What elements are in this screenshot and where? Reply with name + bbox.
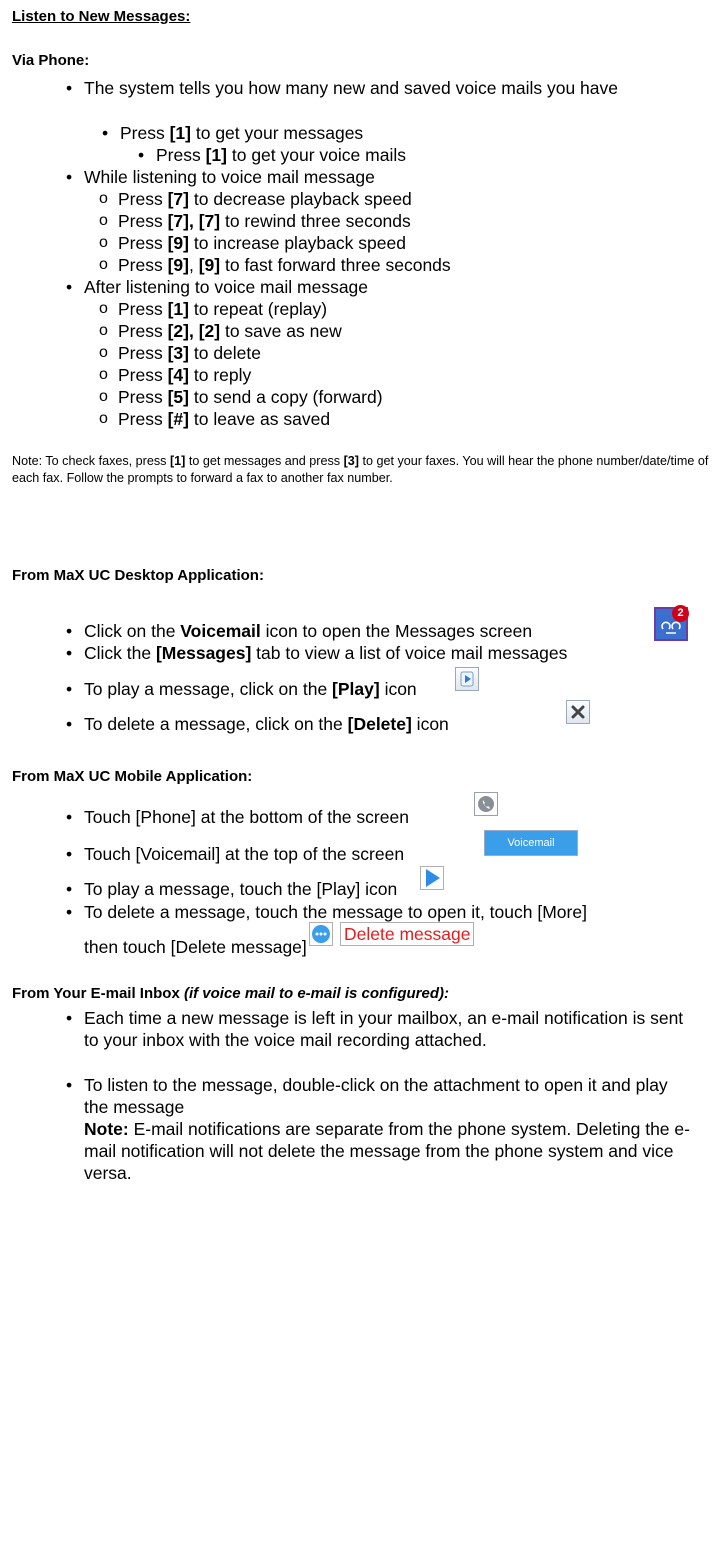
list-item: • Click on the Voicemail icon to open the… xyxy=(66,621,533,641)
list-item: • Touch [Voicemail] at the top of the scr… xyxy=(66,844,405,864)
list-item: o Press [7], [7] to rewind three seconds xyxy=(99,211,411,231)
list-item: o Press [5] to send a copy (forward) xyxy=(99,387,383,407)
play-icon xyxy=(455,667,479,691)
delete-icon xyxy=(566,700,590,724)
delete-message-label: Delete message xyxy=(340,922,475,946)
list-item: o Press [4] to reply xyxy=(99,365,252,385)
list-item: • The system tells you how many new and s… xyxy=(66,78,619,98)
list-item: • Each time a new message is left in your… xyxy=(66,1008,684,1050)
list-item: • While listening to voice mail message xyxy=(66,167,375,187)
list-item: • To listen to the message, double-click … xyxy=(66,1075,690,1183)
list-item: o Press [#] to leave as saved xyxy=(99,409,331,429)
notification-badge: 2 xyxy=(672,605,689,622)
list-item: • After listening to voice mail message xyxy=(66,277,369,297)
list-item: o Press [2], [2] to save as new xyxy=(99,321,342,341)
list-item: • To play a message, click on the [Play] … xyxy=(66,679,417,699)
play-icon xyxy=(420,866,444,890)
list-item-continuation: then touch [Delete message] xyxy=(84,937,307,957)
list-item: • Click the [Messages] tab to view a list… xyxy=(66,643,568,663)
voicemail-tab: Voicemail xyxy=(484,830,578,856)
list-item: • Press [1] to get your voice mails xyxy=(138,145,406,165)
list-item: o Press [9], [9] to fast forward three se… xyxy=(99,255,451,275)
list-item: • Press [1] to get your messages xyxy=(102,123,364,143)
phone-icon xyxy=(474,792,498,816)
list-item: o Press [9] to increase playback speed xyxy=(99,233,406,253)
fax-note: Note: To check faxes, press [1] to get m… xyxy=(12,454,709,485)
more-icon xyxy=(309,922,333,946)
list-item: • To delete a message, touch the message … xyxy=(66,902,587,922)
voicemail-icon: 2 xyxy=(654,605,689,641)
list-item: • Touch [Phone] at the bottom of the scre… xyxy=(66,807,409,827)
via-phone-heading: Via Phone: xyxy=(12,52,90,69)
list-item: o Press [1] to repeat (replay) xyxy=(99,299,328,319)
list-item: o Press [3] to delete xyxy=(99,343,261,363)
desktop-heading: From MaX UC Desktop Application: xyxy=(12,567,264,584)
page-title: Listen to New Messages: xyxy=(12,8,191,25)
mobile-heading: From MaX UC Mobile Application: xyxy=(12,768,253,785)
list-item: • To delete a message, click on the [Dele… xyxy=(66,714,449,734)
email-heading: From Your E-mail Inbox (if voice mail to… xyxy=(12,985,450,1002)
list-item: • To play a message, touch the [Play] ico… xyxy=(66,879,398,899)
list-item: o Press [7] to decrease playback speed xyxy=(99,189,412,209)
